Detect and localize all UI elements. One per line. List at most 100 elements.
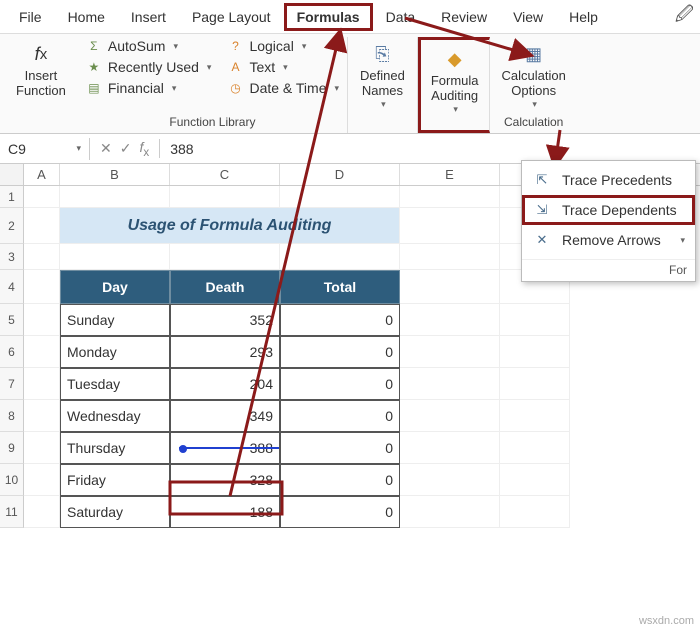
table-cell[interactable]: 352 [170, 304, 280, 336]
table-cell[interactable]: Monday [60, 336, 170, 368]
row-header[interactable]: 10 [0, 464, 24, 496]
recently-used-button[interactable]: ★Recently Used▾ [82, 58, 216, 76]
row-header[interactable]: 5 [0, 304, 24, 336]
menu-formulas[interactable]: Formulas [284, 3, 373, 31]
cell[interactable] [170, 186, 280, 208]
cell[interactable] [400, 464, 500, 496]
cell[interactable] [500, 304, 570, 336]
table-cell[interactable]: 0 [280, 368, 400, 400]
title-cell[interactable]: Usage of Formula Auditing [60, 208, 400, 244]
table-cell[interactable]: 0 [280, 464, 400, 496]
menu-insert[interactable]: Insert [118, 3, 179, 31]
datetime-button[interactable]: ◷Date & Time▾ [223, 79, 343, 97]
table-cell[interactable]: Tuesday [60, 368, 170, 400]
row-header[interactable]: 6 [0, 336, 24, 368]
cell[interactable] [24, 336, 60, 368]
trace-precedents-item[interactable]: ⇱Trace Precedents [522, 165, 695, 195]
table-cell[interactable]: Sunday [60, 304, 170, 336]
row-header[interactable]: 1 [0, 186, 24, 208]
cell[interactable] [500, 496, 570, 528]
cell[interactable] [24, 432, 60, 464]
cell[interactable] [24, 270, 60, 304]
col-D[interactable]: D [280, 164, 400, 185]
selected-cell-c9[interactable]: 388 [170, 432, 280, 464]
table-cell[interactable]: Friday [60, 464, 170, 496]
cell[interactable] [400, 270, 500, 304]
row-header[interactable]: 8 [0, 400, 24, 432]
cell[interactable] [24, 208, 60, 244]
calc-options-button[interactable]: ▦ CalculationOptions ▾ [494, 37, 574, 112]
cell[interactable] [24, 400, 60, 432]
menu-file[interactable]: File [6, 3, 55, 31]
table-cell[interactable]: 0 [280, 400, 400, 432]
cell[interactable] [24, 464, 60, 496]
cell[interactable] [500, 432, 570, 464]
cell[interactable] [400, 368, 500, 400]
table-cell[interactable]: 204 [170, 368, 280, 400]
menu-page-layout[interactable]: Page Layout [179, 3, 284, 31]
col-E[interactable]: E [400, 164, 500, 185]
menu-review[interactable]: Review [428, 3, 500, 31]
col-A[interactable]: A [24, 164, 60, 185]
cell[interactable] [280, 186, 400, 208]
cell[interactable] [60, 186, 170, 208]
menu-home[interactable]: Home [55, 3, 118, 31]
defined-names-button[interactable]: ⎘ DefinedNames ▾ [352, 37, 413, 112]
remove-arrows-item[interactable]: ✕Remove Arrows▾ [522, 225, 695, 255]
cell[interactable] [400, 432, 500, 464]
cell[interactable] [280, 244, 400, 270]
formula-auditing-button[interactable]: ◆ FormulaAuditing ▾ [423, 42, 487, 117]
cancel-icon[interactable]: ✕ [100, 140, 112, 157]
formula-input[interactable]: 388 [160, 138, 700, 160]
cell[interactable] [400, 400, 500, 432]
table-cell[interactable]: 0 [280, 496, 400, 528]
menu-data[interactable]: Data [373, 3, 429, 31]
cell[interactable] [24, 244, 60, 270]
text-button[interactable]: AText▾ [223, 58, 291, 76]
name-box[interactable]: C9▾ [0, 138, 90, 160]
cell[interactable] [170, 244, 280, 270]
row-header[interactable]: 7 [0, 368, 24, 400]
cell[interactable] [24, 368, 60, 400]
share-icon[interactable]: 🖉 [675, 2, 694, 32]
select-all-corner[interactable] [0, 164, 24, 185]
cell[interactable] [400, 304, 500, 336]
table-cell[interactable]: 328 [170, 464, 280, 496]
col-C[interactable]: C [170, 164, 280, 185]
table-cell[interactable]: Saturday [60, 496, 170, 528]
row-header[interactable]: 4 [0, 270, 24, 304]
table-cell[interactable]: Thursday [60, 432, 170, 464]
insert-function-button[interactable]: fx InsertFunction [8, 37, 74, 101]
table-cell[interactable]: Wednesday [60, 400, 170, 432]
financial-button[interactable]: ▤Financial▾ [82, 79, 181, 97]
trace-dependents-item[interactable]: ⇲Trace Dependents [522, 195, 695, 225]
menu-help[interactable]: Help [556, 3, 611, 31]
cell[interactable] [400, 244, 500, 270]
table-cell[interactable]: 0 [280, 304, 400, 336]
row-header[interactable]: 2 [0, 208, 24, 244]
cell[interactable] [400, 208, 500, 244]
table-cell[interactable]: 0 [280, 432, 400, 464]
cell[interactable] [24, 304, 60, 336]
cell[interactable] [24, 496, 60, 528]
cell[interactable] [400, 186, 500, 208]
cell[interactable] [400, 336, 500, 368]
table-cell[interactable]: 349 [170, 400, 280, 432]
cell[interactable] [400, 496, 500, 528]
table-cell[interactable]: 188 [170, 496, 280, 528]
row-header[interactable]: 3 [0, 244, 24, 270]
table-cell[interactable]: 293 [170, 336, 280, 368]
logical-button[interactable]: ?Logical▾ [223, 37, 310, 55]
cell[interactable] [500, 336, 570, 368]
fx-icon[interactable]: fx [139, 139, 149, 159]
table-cell[interactable]: 0 [280, 336, 400, 368]
cell[interactable] [500, 464, 570, 496]
autosum-button[interactable]: ΣAutoSum▾ [82, 37, 182, 55]
cell[interactable] [500, 400, 570, 432]
col-B[interactable]: B [60, 164, 170, 185]
table-header-day[interactable]: Day [60, 270, 170, 304]
cell[interactable] [60, 244, 170, 270]
cell[interactable] [500, 368, 570, 400]
menu-view[interactable]: View [500, 3, 556, 31]
row-header[interactable]: 11 [0, 496, 24, 528]
